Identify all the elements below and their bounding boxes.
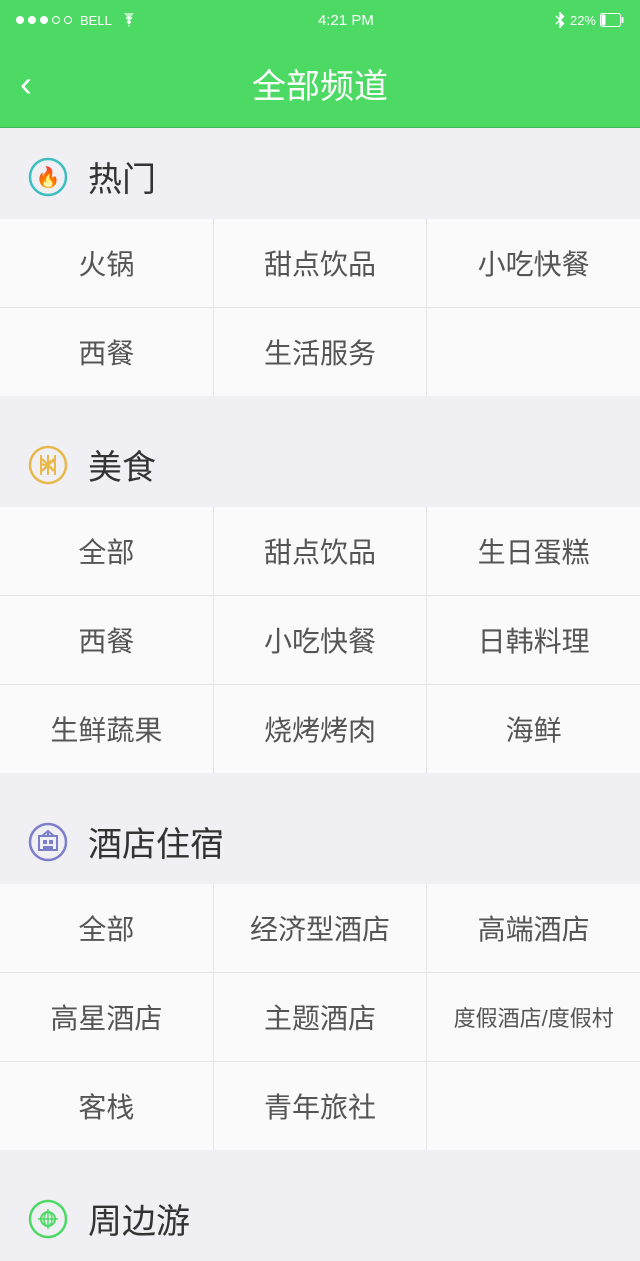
food-cell-xican[interactable]: 西餐 — [0, 596, 214, 684]
food-row-2: 西餐 小吃快餐 日韩料理 — [0, 596, 640, 685]
hot-grid: 火锅 甜点饮品 小吃快餐 西餐 生活服务 — [0, 219, 640, 396]
food-cell-shaokao[interactable]: 烧烤烤肉 — [214, 685, 428, 773]
hot-row-1: 火锅 甜点饮品 小吃快餐 — [0, 219, 640, 308]
hot-cell-xican[interactable]: 西餐 — [0, 308, 214, 396]
section-hotel-title: 酒店住宿 — [88, 817, 224, 866]
svg-text:🔥: 🔥 — [36, 165, 61, 189]
bluetooth-icon — [554, 11, 566, 29]
nav-bar: ‹ 全部频道 — [0, 40, 640, 128]
sep-1 — [0, 396, 640, 416]
hotel-cell-empty — [427, 1062, 640, 1150]
food-cell-cake[interactable]: 生日蛋糕 — [427, 507, 640, 595]
hot-cell-huoguo[interactable]: 火锅 — [0, 219, 214, 307]
sep-2 — [0, 773, 640, 793]
hotel-cell-economy[interactable]: 经济型酒店 — [214, 884, 428, 972]
content-area: 🔥 热门 火锅 甜点饮品 小吃快餐 西餐 生活服务 — [0, 128, 640, 1261]
hotel-cell-kezhan[interactable]: 客栈 — [0, 1062, 214, 1150]
food-cell-all[interactable]: 全部 — [0, 507, 214, 595]
hotel-cell-theme[interactable]: 主题酒店 — [214, 973, 428, 1061]
section-hotel-header: 酒店住宿 — [0, 817, 640, 884]
signal-dot-3 — [40, 16, 48, 24]
hot-cell-tiandian[interactable]: 甜点饮品 — [214, 219, 428, 307]
status-carrier: BELL — [16, 13, 138, 28]
food-cell-rihan[interactable]: 日韩料理 — [427, 596, 640, 684]
food-grid: 全部 甜点饮品 生日蛋糕 西餐 小吃快餐 日韩料理 生鲜蔬果 烧烤烤肉 海鲜 — [0, 507, 640, 773]
section-food: 美食 全部 甜点饮品 生日蛋糕 西餐 小吃快餐 日韩料理 生鲜蔬果 烧烤烤肉 海… — [0, 416, 640, 773]
sep-3 — [0, 1150, 640, 1170]
section-travel-title: 周边游 — [88, 1194, 190, 1243]
food-cell-haixian[interactable]: 海鲜 — [427, 685, 640, 773]
section-hot: 🔥 热门 火锅 甜点饮品 小吃快餐 西餐 生活服务 — [0, 128, 640, 396]
food-cell-tiandian[interactable]: 甜点饮品 — [214, 507, 428, 595]
food-cell-xiaochi[interactable]: 小吃快餐 — [214, 596, 428, 684]
hot-row-2: 西餐 生活服务 — [0, 308, 640, 396]
section-food-header: 美食 — [0, 440, 640, 507]
section-travel: 周边游 — [0, 1170, 640, 1261]
status-bar: BELL 4:21 PM 22% — [0, 0, 640, 40]
section-travel-header: 周边游 — [0, 1194, 640, 1261]
signal-dot-5 — [64, 16, 72, 24]
back-button[interactable]: ‹ — [20, 63, 32, 105]
signal-dot-4 — [52, 16, 60, 24]
food-row-3: 生鲜蔬果 烧烤烤肉 海鲜 — [0, 685, 640, 773]
hotel-cell-star[interactable]: 高星酒店 — [0, 973, 214, 1061]
hotel-cell-all[interactable]: 全部 — [0, 884, 214, 972]
battery-icon — [600, 13, 624, 27]
travel-icon — [24, 1195, 72, 1243]
hotel-cell-resort[interactable]: 度假酒店/度假村 — [427, 973, 640, 1061]
hotel-row-1: 全部 经济型酒店 高端酒店 — [0, 884, 640, 973]
hot-cell-empty — [427, 308, 640, 396]
hotel-cell-youth[interactable]: 青年旅社 — [214, 1062, 428, 1150]
carrier-label: BELL — [80, 13, 112, 28]
section-hot-header: 🔥 热门 — [0, 152, 640, 219]
hotel-grid: 全部 经济型酒店 高端酒店 高星酒店 主题酒店 度假酒店/度假村 客栈 青年旅社 — [0, 884, 640, 1150]
section-hot-title: 热门 — [88, 152, 156, 201]
hot-cell-shenghuo[interactable]: 生活服务 — [214, 308, 428, 396]
section-hotel: 酒店住宿 全部 经济型酒店 高端酒店 高星酒店 主题酒店 度假酒店/度假村 客栈… — [0, 793, 640, 1150]
section-food-title: 美食 — [88, 440, 156, 489]
food-cell-shengxian[interactable]: 生鲜蔬果 — [0, 685, 214, 773]
hotel-row-2: 高星酒店 主题酒店 度假酒店/度假村 — [0, 973, 640, 1062]
signal-dot-1 — [16, 16, 24, 24]
hotel-row-3: 客栈 青年旅社 — [0, 1062, 640, 1150]
food-icon — [24, 441, 72, 489]
hotel-icon — [24, 818, 72, 866]
signal-dot-2 — [28, 16, 36, 24]
hot-cell-xiaochi[interactable]: 小吃快餐 — [427, 219, 640, 307]
hot-icon: 🔥 — [24, 153, 72, 201]
nav-title: 全部频道 — [252, 59, 388, 108]
hotel-cell-luxury[interactable]: 高端酒店 — [427, 884, 640, 972]
status-right: 22% — [554, 11, 624, 29]
status-time: 4:21 PM — [318, 12, 374, 29]
wifi-icon — [120, 13, 138, 27]
food-row-1: 全部 甜点饮品 生日蛋糕 — [0, 507, 640, 596]
battery-percent: 22% — [570, 13, 596, 28]
